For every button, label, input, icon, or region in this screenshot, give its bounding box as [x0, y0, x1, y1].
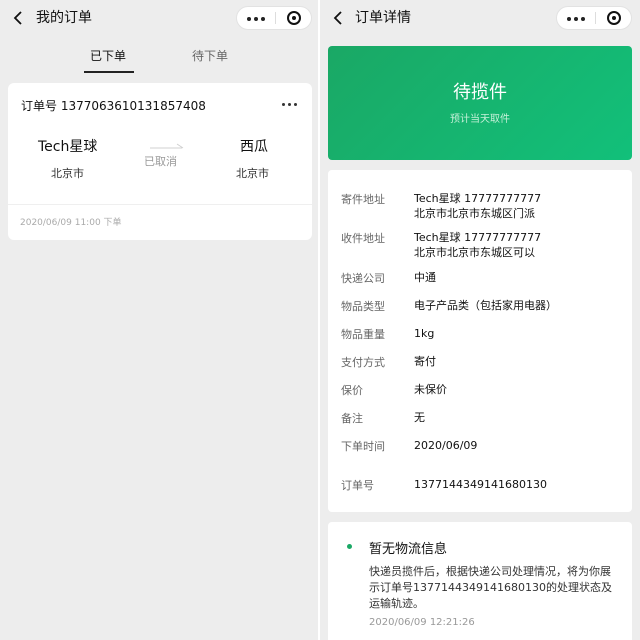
detail-value: Tech星球 17777777777: [414, 192, 542, 205]
detail-label: 寄件地址: [341, 193, 385, 206]
detail-value-line2: 北京市北京市东城区可以: [414, 246, 535, 259]
card-divider: [8, 204, 312, 205]
orders-list-screen: 我的订单 已下单 待下单 订单号 1377063610131857408 Tec…: [0, 0, 320, 640]
recipient-name: 西瓜: [240, 139, 268, 155]
detail-label: 支付方式: [341, 356, 385, 369]
mini-program-capsule: [556, 6, 632, 30]
route-arrow-icon: [150, 143, 184, 149]
order-status: 已取消: [144, 155, 177, 168]
detail-value: 无: [414, 411, 425, 424]
detail-label: 下单时间: [341, 440, 385, 453]
detail-value: 1kg: [414, 327, 435, 340]
logistics-time: 2020/06/09 12:21:26: [369, 617, 475, 628]
tab-placed[interactable]: 已下单: [90, 48, 126, 64]
status-subtitle: 预计当天取件: [450, 114, 510, 125]
active-tab-indicator: [84, 71, 134, 73]
navbar: 订单详情: [320, 0, 640, 36]
close-target-icon[interactable]: [596, 7, 632, 29]
detail-label: 备注: [341, 412, 363, 425]
detail-value: 1377144349141680130: [414, 478, 547, 491]
order-number: 订单号 1377063610131857408: [21, 99, 206, 113]
more-dots-icon[interactable]: [237, 7, 275, 29]
sender-name: Tech星球: [38, 139, 98, 155]
detail-label: 收件地址: [341, 232, 385, 245]
detail-label: 物品类型: [341, 300, 385, 313]
detail-value: 中通: [414, 271, 436, 284]
mini-program-capsule: [236, 6, 312, 30]
card-more-icon[interactable]: [280, 97, 300, 113]
detail-value: 未保价: [414, 383, 447, 396]
back-arrow-icon[interactable]: [330, 9, 348, 27]
logistics-description: 快递员揽件后，根据快递公司处理情况，将为你展示订单号13771443491416…: [369, 565, 612, 610]
order-tabs: 已下单 待下单: [0, 36, 320, 76]
detail-label: 保价: [341, 384, 363, 397]
more-dots-icon[interactable]: [557, 7, 595, 29]
page-title: 我的订单: [36, 10, 92, 26]
order-details-card: 寄件地址 Tech星球 17777777777 北京市北京市东城区门派 收件地址…: [328, 170, 632, 512]
page-title: 订单详情: [355, 10, 411, 26]
detail-value: 寄付: [414, 355, 436, 368]
detail-value: 电子产品类（包括家用电器）: [414, 299, 557, 312]
timeline-dot-icon: [347, 544, 352, 549]
detail-value-line2: 北京市北京市东城区门派: [414, 207, 535, 220]
detail-label: 快递公司: [341, 272, 385, 285]
order-detail-screen: 订单详情 待揽件 预计当天取件 寄件地址 Tech星球 17777777777 …: [320, 0, 640, 640]
status-title: 待揽件: [453, 82, 507, 103]
tab-pending[interactable]: 待下单: [192, 48, 228, 64]
detail-value: Tech星球 17777777777: [414, 231, 542, 244]
order-card[interactable]: 订单号 1377063610131857408 Tech星球 北京市 已取消 西…: [8, 83, 312, 240]
logistics-card: 暂无物流信息 快递员揽件后，根据快递公司处理情况，将为你展示订单号1377144…: [328, 522, 632, 640]
status-banner: 待揽件 预计当天取件: [328, 46, 632, 160]
detail-label: 物品重量: [341, 328, 385, 341]
navbar: 我的订单: [0, 0, 320, 36]
detail-label: 订单号: [341, 479, 374, 492]
close-target-icon[interactable]: [276, 7, 312, 29]
sender-city: 北京市: [51, 167, 84, 180]
detail-value: 2020/06/09: [414, 439, 478, 452]
back-arrow-icon[interactable]: [10, 9, 28, 27]
order-time: 2020/06/09 11:00 下单: [20, 218, 122, 228]
recipient-city: 北京市: [236, 167, 269, 180]
logistics-title: 暂无物流信息: [369, 542, 448, 557]
